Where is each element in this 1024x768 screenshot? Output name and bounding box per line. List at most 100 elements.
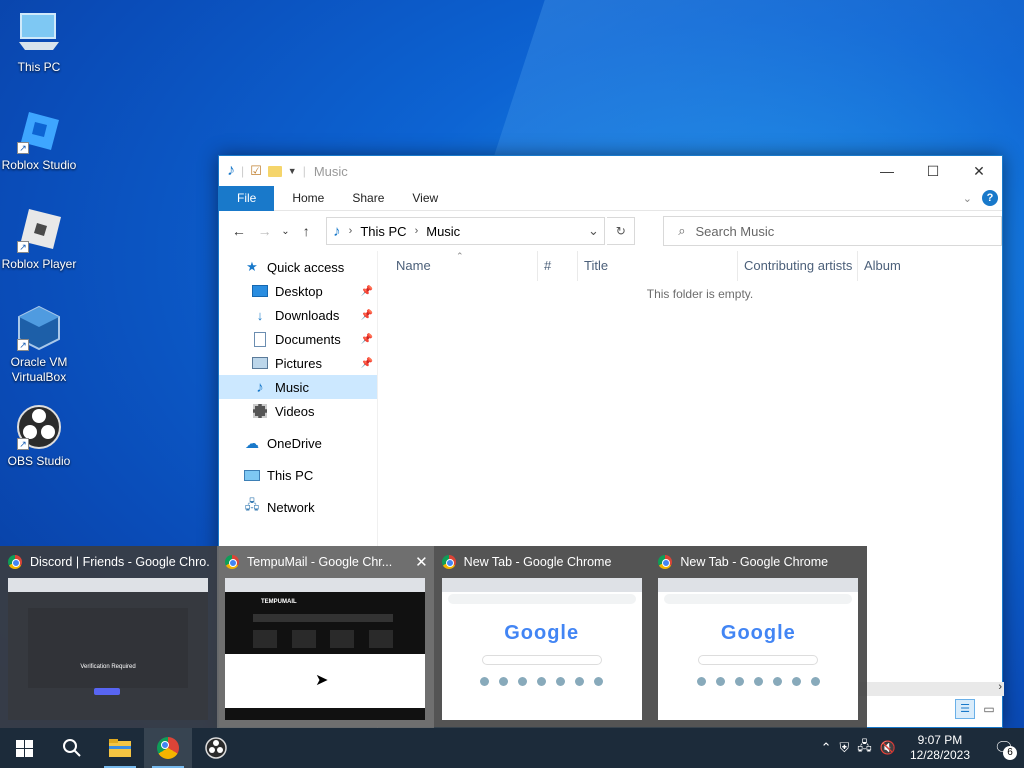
- taskbar: ⌃ ⛨ 🖧 🔇 9:07 PM 12/28/2023 🗨 6: [0, 728, 1024, 768]
- pictures-icon: [251, 355, 269, 371]
- desktop-icon-label: Roblox Player: [1, 257, 77, 271]
- refresh-button[interactable]: ↻: [607, 217, 636, 245]
- nav-videos[interactable]: Videos: [219, 399, 377, 423]
- details-view-button[interactable]: ☰: [955, 699, 975, 719]
- nav-desktop[interactable]: Desktop 📌: [219, 279, 377, 303]
- star-icon: ★: [246, 259, 258, 274]
- help-icon[interactable]: ?: [982, 190, 998, 206]
- up-button[interactable]: ↑: [294, 219, 318, 243]
- volume-muted-icon[interactable]: 🔇: [880, 740, 896, 756]
- ribbon-tabs: File Home Share View ⌄ ?: [219, 185, 1002, 211]
- tab-home[interactable]: Home: [278, 186, 338, 211]
- taskbar-file-explorer[interactable]: [96, 728, 144, 768]
- nav-downloads[interactable]: ↓ Downloads 📌: [219, 303, 377, 327]
- action-center-button[interactable]: 🗨 6: [984, 728, 1024, 768]
- scroll-right-icon[interactable]: ›: [998, 681, 1002, 693]
- desktop-icon-label: OBS Studio: [7, 454, 71, 468]
- nav-documents[interactable]: Documents 📌: [219, 327, 377, 351]
- thumbnail-title: Discord | Friends - Google Chro...: [30, 555, 209, 569]
- nav-label: Documents: [275, 331, 341, 347]
- large-icons-view-button[interactable]: ▭: [979, 699, 999, 719]
- address-bar[interactable]: ♪ › This PC › Music ⌄: [326, 217, 606, 245]
- nav-onedrive[interactable]: ☁ OneDrive: [219, 431, 377, 455]
- properties-icon[interactable]: ☑: [250, 163, 262, 179]
- roblox-studio-icon: ↗: [15, 108, 63, 154]
- network-icon: 🖧: [244, 497, 260, 512]
- nav-quick-access[interactable]: ★ Quick access: [219, 255, 377, 279]
- start-button[interactable]: [0, 728, 48, 768]
- forward-button[interactable]: →: [253, 219, 277, 243]
- google-doodle-text: Google: [720, 622, 796, 644]
- virtualbox-icon: ↗: [15, 305, 63, 351]
- breadcrumb-this-pc[interactable]: This PC: [360, 224, 406, 239]
- thumbnail-new-tab-2[interactable]: New Tab - Google Chrome Google: [650, 546, 867, 728]
- desktop-icon-roblox-player[interactable]: ↗ Roblox Player: [0, 207, 78, 272]
- pin-icon: 📌: [360, 333, 373, 345]
- search-input[interactable]: ⌕ Search Music: [663, 216, 1002, 246]
- column-number[interactable]: #: [538, 251, 578, 281]
- system-tray: ⌃ ⛨ 🖧 🔇 9:07 PM 12/28/2023 🗨 6: [821, 728, 1024, 768]
- search-button[interactable]: [48, 728, 96, 768]
- nav-network[interactable]: 🖧 Network: [219, 495, 377, 519]
- desktop-icon-virtualbox[interactable]: ↗ Oracle VM VirtualBox: [0, 305, 78, 385]
- title-bar[interactable]: ♪ | ☑ ▼ | Music — ☐ ✕: [219, 156, 1002, 186]
- desktop-icon-roblox-studio[interactable]: ↗ Roblox Studio: [0, 108, 78, 173]
- address-dropdown-icon[interactable]: ⌄: [582, 223, 604, 239]
- thumbnail-new-tab-1[interactable]: New Tab - Google Chrome Google: [434, 546, 651, 728]
- thumbnail-preview: Google: [658, 578, 859, 720]
- thumbnail-tempumail[interactable]: TempuMail - Google Chr... ✕ TEMPUMAIL ➤: [217, 546, 434, 728]
- shortcut-arrow-icon: ↗: [17, 241, 29, 253]
- obs-icon: [205, 737, 227, 759]
- customize-toolbar-dropdown-icon[interactable]: ▼: [288, 166, 297, 176]
- show-hidden-icons-chevron-icon[interactable]: ⌃: [821, 740, 832, 756]
- taskbar-google-chrome[interactable]: [144, 728, 192, 768]
- desktop-icon-label: Roblox Studio: [1, 158, 77, 172]
- desktop-icon-obs[interactable]: ↗ OBS Studio: [0, 404, 78, 469]
- column-contributing-artists[interactable]: Contributing artists: [738, 251, 858, 281]
- thumbnail-discord[interactable]: Discord | Friends - Google Chro... Verif…: [0, 546, 217, 728]
- music-note-icon: ♪: [333, 222, 341, 240]
- address-row: ← → ⌄ ↑ ♪ › This PC › Music ⌄ ↻ ⌕ Search…: [219, 211, 1002, 251]
- mouse-cursor-icon: ➤: [315, 672, 329, 689]
- chrome-icon: [225, 555, 239, 569]
- minimize-button[interactable]: —: [864, 156, 910, 186]
- shortcut-arrow-icon: ↗: [17, 339, 29, 351]
- close-icon[interactable]: ✕: [415, 553, 428, 571]
- clock-date: 12/28/2023: [909, 748, 970, 762]
- column-name[interactable]: Name ⌃: [378, 251, 538, 281]
- network-icon[interactable]: 🖧: [857, 737, 872, 759]
- nav-music[interactable]: ♪ Music: [219, 375, 377, 399]
- close-button[interactable]: ✕: [956, 156, 1002, 186]
- column-album[interactable]: Album: [858, 251, 994, 281]
- recent-locations-button[interactable]: ⌄: [279, 219, 293, 243]
- thumbnail-preview: Google: [441, 578, 642, 720]
- horizontal-scrollbar[interactable]: ›: [859, 681, 1004, 696]
- search-icon: ⌕: [678, 223, 686, 238]
- documents-icon: [251, 331, 269, 347]
- tab-view[interactable]: View: [398, 186, 452, 211]
- nav-label: This PC: [267, 467, 314, 483]
- nav-label: OneDrive: [267, 435, 322, 451]
- nav-this-pc[interactable]: This PC: [219, 463, 377, 487]
- tab-file[interactable]: File: [219, 185, 275, 211]
- empty-folder-message: This folder is empty.: [646, 287, 754, 301]
- back-button[interactable]: ←: [227, 219, 251, 243]
- nav-pictures[interactable]: Pictures 📌: [219, 351, 377, 375]
- thumbnail-preview: Verification Required: [8, 578, 208, 720]
- breadcrumb-music[interactable]: Music: [426, 224, 460, 239]
- chrome-icon: [658, 555, 673, 569]
- maximize-button[interactable]: ☐: [910, 156, 956, 186]
- tab-share[interactable]: Share: [338, 186, 398, 211]
- nav-label: Network: [267, 499, 315, 515]
- expand-ribbon-icon[interactable]: ⌄: [963, 192, 972, 205]
- obs-icon: ↗: [15, 404, 63, 450]
- google-doodle-text: Google: [504, 622, 580, 644]
- search-placeholder: Search Music: [695, 223, 775, 239]
- desktop-icon-this-pc[interactable]: This PC: [0, 10, 78, 75]
- taskbar-obs-studio[interactable]: [192, 728, 240, 768]
- security-icon[interactable]: ⛨: [839, 740, 849, 756]
- desktop: This PC ↗ Roblox Studio ↗ Roblox Player: [0, 0, 1024, 728]
- column-title[interactable]: Title: [578, 251, 738, 281]
- clock[interactable]: 9:07 PM 12/28/2023: [904, 733, 976, 763]
- new-folder-icon[interactable]: [267, 165, 282, 177]
